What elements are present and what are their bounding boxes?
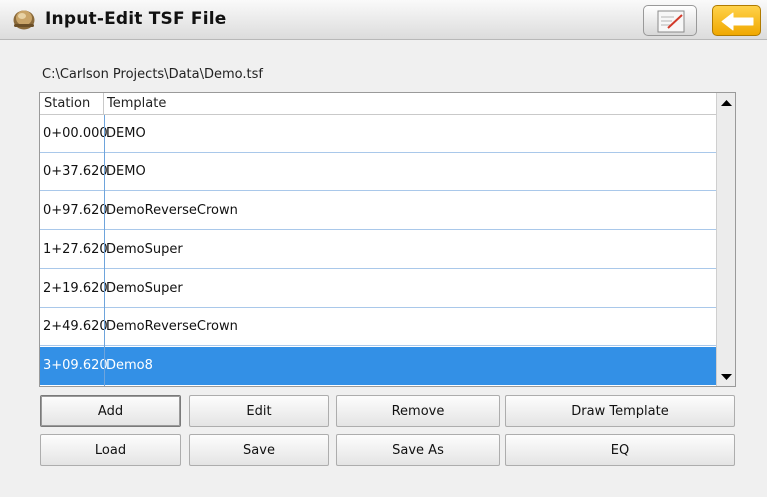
back-button[interactable] <box>712 5 761 36</box>
table-row-selected[interactable]: 3+09.620 Demo8 <box>40 347 716 385</box>
table-row[interactable]: 2+19.620 DemoSuper <box>40 270 716 308</box>
column-gridline <box>104 115 105 386</box>
notepad-edit-icon <box>657 10 685 33</box>
add-button[interactable]: Add <box>40 395 181 427</box>
station-cell: 2+19.620 <box>43 281 108 296</box>
column-divider[interactable] <box>103 93 104 115</box>
load-button[interactable]: Load <box>40 434 181 466</box>
station-cell: 2+49.620 <box>43 319 108 334</box>
save-as-button[interactable]: Save As <box>336 434 500 466</box>
table-row[interactable]: 0+37.620 DEMO <box>40 153 716 191</box>
scroll-down-arrow-icon[interactable] <box>717 366 736 386</box>
template-cell: DemoSuper <box>106 242 183 257</box>
save-button[interactable]: Save <box>189 434 329 466</box>
template-cell: DEMO <box>106 126 146 141</box>
template-cell: Demo8 <box>106 358 153 373</box>
file-path-label: C:\Carlson Projects\Data\Demo.tsf <box>42 67 263 82</box>
column-header-template[interactable]: Template <box>107 96 166 111</box>
remove-button[interactable]: Remove <box>336 395 500 427</box>
table-row[interactable]: 1+27.620 DemoSuper <box>40 231 716 269</box>
title-bar: Input-Edit TSF File <box>0 0 767 40</box>
column-header-station[interactable]: Station <box>44 96 90 111</box>
eq-button[interactable]: EQ <box>505 434 735 466</box>
grid-header: Station Template <box>40 93 716 115</box>
table-row[interactable]: 0+97.620 DemoReverseCrown <box>40 192 716 230</box>
template-cell: DemoSuper <box>106 281 183 296</box>
template-cell: DEMO <box>106 164 146 179</box>
template-cell: DemoReverseCrown <box>106 203 238 218</box>
app-hardhat-icon <box>13 10 35 30</box>
scroll-up-arrow-icon[interactable] <box>717 93 736 113</box>
station-cell: 1+27.620 <box>43 242 108 257</box>
station-cell: 3+09.620 <box>43 358 108 373</box>
table-row[interactable]: 2+49.620 DemoReverseCrown <box>40 308 716 346</box>
station-template-grid[interactable]: Station Template 0+00.000 DEMO 0+37.620 … <box>39 92 736 387</box>
template-cell: DemoReverseCrown <box>106 319 238 334</box>
window-title: Input-Edit TSF File <box>45 9 227 29</box>
station-cell: 0+97.620 <box>43 203 108 218</box>
back-arrow-icon <box>721 12 754 31</box>
notes-button[interactable] <box>643 5 697 36</box>
vertical-scrollbar[interactable] <box>716 93 735 386</box>
edit-button[interactable]: Edit <box>189 395 329 427</box>
draw-template-button[interactable]: Draw Template <box>505 395 735 427</box>
station-cell: 0+37.620 <box>43 164 108 179</box>
table-row[interactable]: 0+00.000 DEMO <box>40 115 716 153</box>
station-cell: 0+00.000 <box>43 126 108 141</box>
